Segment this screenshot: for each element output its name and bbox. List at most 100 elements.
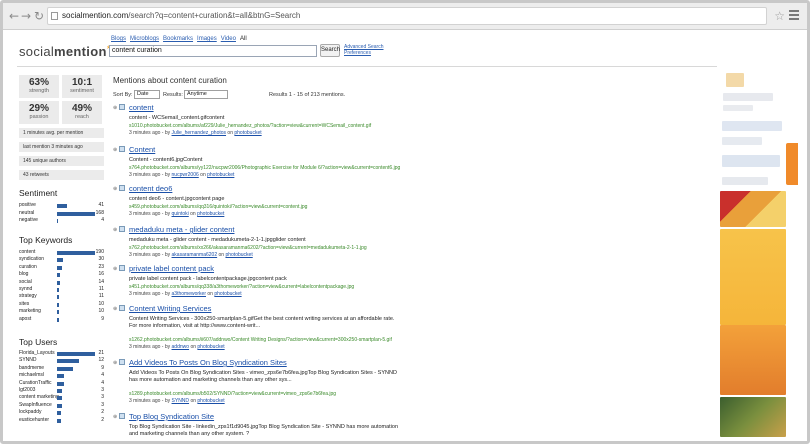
result-source-link[interactable]: photobucket	[214, 291, 241, 297]
result-url[interactable]: s764.photobucket.com/albums/yy122/nucpwr…	[129, 165, 400, 171]
socialmention-logo[interactable]: socialmention*	[19, 44, 111, 59]
tab-video[interactable]: Video	[221, 36, 236, 42]
expand-icon[interactable]: ⊕	[113, 306, 117, 312]
source-icon	[119, 359, 125, 365]
result-title-link[interactable]: Add Videos To Posts On Blog Syndication …	[129, 358, 287, 367]
ad-banner[interactable]	[720, 229, 786, 325]
result-source-link[interactable]: photobucket	[225, 252, 252, 258]
user-row[interactable]: SwapInfluence 3	[19, 402, 104, 409]
keyword-row[interactable]: apost 9	[19, 316, 104, 323]
address-bar[interactable]: socialmention.com/search?q=content+curat…	[47, 7, 767, 25]
result-title-link[interactable]: Content	[129, 145, 155, 154]
keyword-row[interactable]: blog 16	[19, 271, 104, 278]
user-count: 4	[101, 372, 104, 379]
result-source-link[interactable]: photobucket	[197, 344, 224, 350]
result-author-link[interactable]: Julie_hernandez_photos	[172, 130, 227, 136]
result-source-link[interactable]: photobucket	[197, 211, 224, 217]
sentiment-row[interactable]: negative 4	[19, 217, 104, 224]
result-author-link[interactable]: quintoki	[172, 211, 189, 217]
result-title-link[interactable]: content	[129, 103, 154, 112]
keyword-row[interactable]: marketing 10	[19, 308, 104, 315]
keyword-bar	[57, 251, 95, 255]
result-author-link[interactable]: akasaramanma6202	[172, 252, 218, 258]
tab-images[interactable]: Images	[197, 36, 217, 42]
keyword-bar	[57, 295, 59, 300]
expand-icon[interactable]: ⊕	[113, 414, 117, 420]
user-row[interactable]: lockpaddy 2	[19, 409, 104, 416]
result-source-link[interactable]: photobucket	[197, 398, 224, 404]
user-row[interactable]: bandmeme 9	[19, 365, 104, 372]
expand-icon[interactable]: ⊕	[113, 266, 117, 272]
keyword-row[interactable]: synnd 11	[19, 286, 104, 293]
ad-banner[interactable]	[720, 191, 786, 227]
keyword-bar	[57, 273, 60, 278]
ad-block	[722, 177, 768, 185]
keyword-label: blog	[19, 271, 29, 278]
user-row[interactable]: lgt2003 3	[19, 387, 104, 394]
result-source-link[interactable]: photobucket	[234, 130, 261, 136]
sentiment-row[interactable]: positive 41	[19, 202, 104, 209]
avg-per-mention: 1 minutes avg. per mention	[19, 128, 104, 138]
keyword-row[interactable]: content 190	[19, 249, 104, 256]
tab-blogs[interactable]: Blogs	[111, 36, 126, 42]
result-title-link[interactable]: content deo6	[129, 184, 172, 193]
keyword-row[interactable]: strategy 11	[19, 293, 104, 300]
retweets: 43 retweets	[19, 170, 104, 180]
keyword-label: syndication	[19, 256, 45, 263]
search-input[interactable]: content curation	[109, 45, 317, 57]
keyword-row[interactable]: sites 10	[19, 301, 104, 308]
user-row[interactable]: content marketing 3	[19, 394, 104, 401]
result-title-link[interactable]: medaduku meta - glider content	[129, 225, 234, 234]
last-mention: last mention 3 minutes ago	[19, 142, 104, 152]
reload-icon[interactable]: ↻	[32, 9, 46, 23]
result-source-link[interactable]: photobucket	[207, 172, 234, 178]
keyword-count: 11	[98, 293, 104, 300]
result-url[interactable]: s451.photobucket.com/albums/qq338/a3thom…	[129, 284, 354, 290]
expand-icon[interactable]: ⊕	[113, 105, 117, 111]
result-author-link[interactable]: addnwo	[172, 344, 190, 350]
keyword-row[interactable]: social 14	[19, 279, 104, 286]
keyword-row[interactable]: curation 23	[19, 264, 104, 271]
user-row[interactable]: eusticehunter 2	[19, 417, 104, 424]
expand-icon[interactable]: ⊕	[113, 360, 117, 366]
expand-icon[interactable]: ⊕	[113, 227, 117, 233]
result-url[interactable]: s459.photobucket.com/albums/qq316/quinto…	[129, 204, 307, 210]
feedback-tab[interactable]	[786, 143, 798, 185]
tab-all[interactable]: All	[240, 36, 247, 42]
result-title-link[interactable]: private label content pack	[129, 264, 214, 273]
user-row[interactable]: Florida_Layouts 21	[19, 350, 104, 357]
menu-icon[interactable]	[789, 10, 799, 22]
expand-icon[interactable]: ⊕	[113, 147, 117, 153]
search-button[interactable]: Search	[320, 44, 340, 57]
result-author-link[interactable]: a3thomeworker	[172, 291, 206, 297]
user-count: 12	[98, 357, 104, 364]
user-bar	[57, 374, 64, 379]
tab-microblogs[interactable]: Microblogs	[130, 36, 159, 42]
user-row[interactable]: SYNND 12	[19, 357, 104, 364]
result-title-link[interactable]: Top Blog Syndication Site	[129, 412, 214, 421]
result-author-link[interactable]: nucpwr2006	[172, 172, 199, 178]
result-url[interactable]: s1010.photobucket.com/albums/af229/Julie…	[129, 123, 371, 129]
keyword-row[interactable]: syndication 30	[19, 256, 104, 263]
source-icon	[119, 265, 125, 271]
preferences-link[interactable]: Preferences	[344, 50, 383, 56]
result-url[interactable]: s1262.photobucket.com/albums/ii607/addnw…	[129, 337, 392, 343]
forward-icon[interactable]: →	[19, 9, 33, 23]
user-row[interactable]: michaelmsl 4	[19, 372, 104, 379]
ad-banner[interactable]	[720, 397, 786, 437]
bookmark-star-icon[interactable]: ☆	[774, 9, 785, 23]
keyword-count: 23	[98, 263, 104, 270]
tab-bookmarks[interactable]: Bookmarks	[163, 36, 193, 42]
result-url[interactable]: s1289.photobucket.com/albums/b502/SYNND/…	[129, 391, 336, 397]
result-title-link[interactable]: Content Writing Services	[129, 304, 211, 313]
result-url[interactable]: s762.photobucket.com/albums/xx266/akasar…	[129, 245, 367, 251]
keyword-count: 14	[98, 278, 104, 285]
ad-banner[interactable]	[720, 325, 786, 395]
result-author-link[interactable]: SYNND	[172, 398, 190, 404]
time-range-select[interactable]: Anytime	[184, 90, 228, 99]
keyword-bar	[57, 317, 59, 322]
user-row[interactable]: CurationTraffic 4	[19, 380, 104, 387]
sentiment-row[interactable]: neutral 168	[19, 210, 104, 217]
expand-icon[interactable]: ⊕	[113, 186, 117, 192]
sort-select[interactable]: Date	[134, 90, 160, 99]
